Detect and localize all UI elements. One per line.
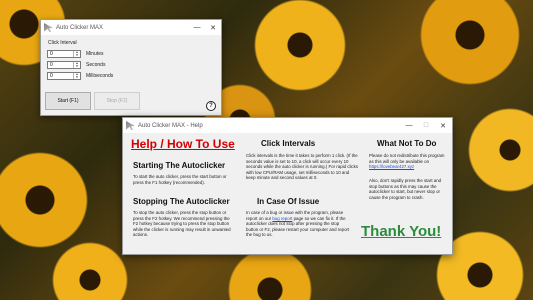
seconds-label: Seconds (86, 62, 106, 68)
bug-report-link[interactable]: bug report (272, 216, 292, 221)
auto-clicker-window: Auto Clicker MAX — ✕ Click Interval 0 ▲ ▼… (40, 19, 222, 116)
stopping-heading: Stopping The Autoclicker (133, 197, 230, 206)
not-to-do-heading: What Not To Do (377, 139, 437, 148)
not-to-do-text: Please do not redistribute this program … (369, 153, 445, 170)
minutes-label: Minutes (86, 51, 104, 57)
help-window: Auto Clicker MAX - Help — □ ✕ Help / How… (122, 117, 453, 255)
minutes-value[interactable]: 0 (48, 51, 53, 57)
not-to-do-text-2: Also, don't rapidly press the start and … (369, 178, 442, 200)
intervals-heading: Click Intervals (261, 139, 316, 148)
cursor-app-icon (44, 23, 53, 32)
starting-heading: Starting The Autoclicker (133, 161, 226, 170)
stopping-text: To stop the auto clicker, press the stop… (133, 210, 231, 238)
seconds-value[interactable]: 0 (48, 62, 53, 68)
help-icon[interactable]: ? (206, 101, 216, 111)
minutes-row: 0 ▲ ▼ Minutes (47, 50, 104, 58)
stop-button[interactable]: Stop (F2) (94, 92, 140, 110)
stepper-arrows-icon[interactable]: ▲ ▼ (73, 73, 80, 79)
cursor-app-icon (126, 121, 135, 130)
close-button[interactable]: ✕ (435, 118, 451, 133)
help-window-title: Auto Clicker MAX - Help (138, 122, 203, 129)
starting-text: To start the auto clicker, press the sta… (133, 174, 227, 185)
milliseconds-row: 0 ▲ ▼ Milliseconds (47, 72, 113, 80)
close-button[interactable]: ✕ (205, 20, 221, 35)
thank-you-link[interactable]: Thank You! (361, 223, 441, 240)
minutes-stepper[interactable]: 0 ▲ ▼ (47, 50, 81, 58)
issue-text: In case of a bug or issue with the progr… (246, 210, 350, 238)
stepper-arrows-icon[interactable]: ▲ ▼ (73, 62, 80, 68)
milliseconds-value[interactable]: 0 (48, 73, 53, 79)
intervals-text: Click intervals is the time it takes to … (246, 153, 359, 181)
minimize-button[interactable]: — (189, 20, 205, 35)
how-to-use-link[interactable]: Help / How To Use (131, 137, 235, 151)
issue-heading: In Case Of Issue (257, 197, 320, 206)
minimize-button[interactable]: — (401, 118, 417, 133)
title-bar[interactable]: Auto Clicker MAX — ✕ (41, 20, 221, 35)
stepper-arrows-icon[interactable]: ▲ ▼ (73, 51, 80, 57)
website-link[interactable]: https://lovebear427.xyz (369, 164, 414, 169)
seconds-row: 0 ▲ ▼ Seconds (47, 61, 105, 69)
milliseconds-label: Milliseconds (86, 73, 114, 79)
maximize-button[interactable]: □ (418, 118, 434, 133)
window-title: Auto Clicker MAX (56, 24, 104, 31)
milliseconds-stepper[interactable]: 0 ▲ ▼ (47, 72, 81, 80)
start-button[interactable]: Start (F1) (45, 92, 91, 110)
help-title-bar[interactable]: Auto Clicker MAX - Help — □ ✕ (123, 118, 452, 133)
seconds-stepper[interactable]: 0 ▲ ▼ (47, 61, 81, 69)
click-interval-label: Click Interval (48, 40, 77, 46)
